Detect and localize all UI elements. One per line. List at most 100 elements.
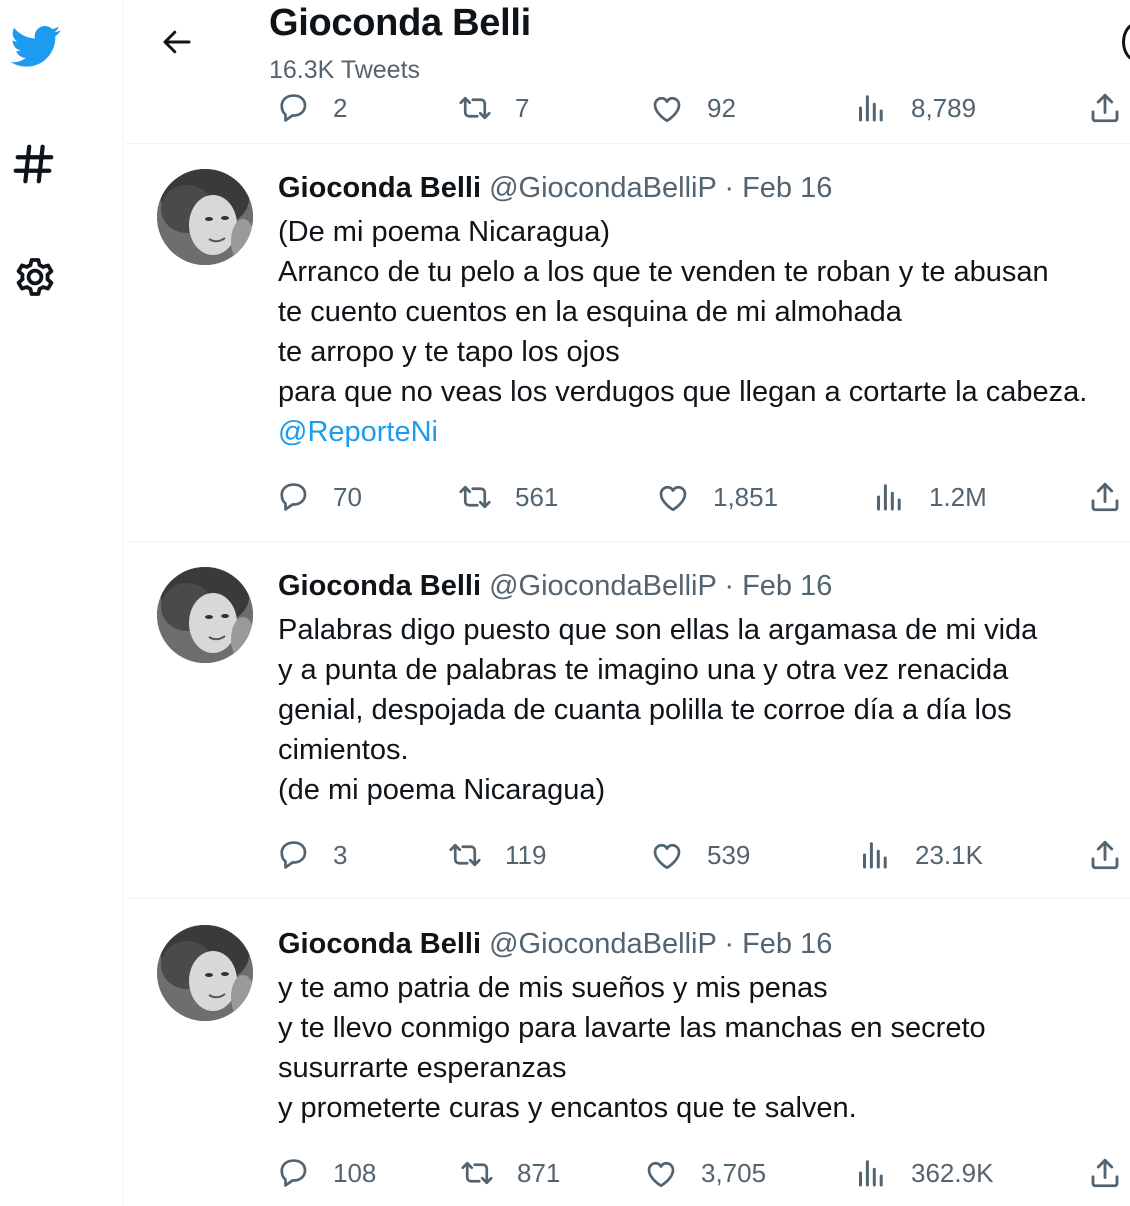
author-handle[interactable]: @GiocondaBelliP	[489, 570, 716, 602]
author-handle[interactable]: @GiocondaBelliP	[489, 928, 716, 960]
page-title: Gioconda Belli	[269, 2, 531, 44]
tweet[interactable]: Gioconda Belli @GiocondaBelliP · Feb 16 …	[125, 543, 1130, 899]
views-button[interactable]: 1.2M	[871, 475, 987, 519]
tweet-line: te arropo y te tapo los ojos	[278, 336, 620, 368]
reply-icon	[280, 841, 307, 869]
share-icon	[1091, 1158, 1119, 1188]
author-name[interactable]: Gioconda Belli	[278, 570, 481, 602]
views-count: 23.1K	[915, 839, 983, 870]
tweet-text: Palabras digo puesto que son ellas la ar…	[278, 610, 1128, 810]
tweet-text: (De mi poema Nicaragua) Arranco de tu pe…	[278, 212, 1128, 452]
like-button[interactable]: 539	[649, 833, 750, 877]
retweet-count: 119	[505, 839, 547, 870]
tweet-date[interactable]: Feb 16	[742, 570, 832, 602]
heart-icon	[659, 485, 687, 512]
back-arrow-icon[interactable]	[155, 20, 199, 64]
reply-button[interactable]: 2	[275, 86, 347, 130]
tweet-line: genial, despojada de cuanta polilla te c…	[278, 694, 1012, 726]
reply-icon	[280, 1159, 307, 1187]
tweet-header: Gioconda Belli @GiocondaBelliP · Feb 16	[278, 927, 832, 962]
separator-dot: ·	[724, 172, 735, 204]
reply-icon	[280, 94, 307, 122]
views-icon	[859, 95, 883, 122]
gear-icon[interactable]	[8, 252, 62, 306]
profile-header: Gioconda Belli 16.3K Tweets	[125, 0, 1130, 92]
retweet-button[interactable]: 7	[457, 86, 529, 130]
like-count: 92	[707, 92, 736, 123]
views-button[interactable]: 362.9K	[853, 1151, 993, 1195]
tweet-actions: 3 119 539 23.1K	[275, 833, 1130, 877]
retweet-icon	[459, 485, 491, 509]
views-count: 8,789	[911, 92, 977, 123]
tweet-date[interactable]: Feb 16	[742, 928, 832, 960]
tweet-actions: 70 561 1,851 1.2M	[275, 475, 1130, 519]
share-button[interactable]	[1087, 833, 1123, 877]
views-icon	[877, 484, 901, 511]
reply-count: 3	[333, 839, 348, 870]
views-icon	[863, 842, 887, 869]
reply-count: 70	[333, 481, 362, 512]
retweet-count: 871	[517, 1157, 561, 1188]
views-button[interactable]: 23.1K	[857, 833, 983, 877]
tweet[interactable]: Gioconda Belli @GiocondaBelliP · Feb 16 …	[125, 901, 1130, 1206]
twitter-bird-icon[interactable]	[6, 18, 66, 74]
heart-icon	[653, 843, 681, 870]
tweet-line: cimientos.	[278, 734, 409, 766]
avatar[interactable]	[157, 567, 253, 663]
like-count: 1,851	[713, 481, 779, 512]
retweet-button[interactable]: 119	[447, 833, 546, 877]
tweet-line: y prometerte curas y encantos que te sal…	[278, 1092, 857, 1124]
retweet-button[interactable]: 871	[459, 1151, 560, 1195]
share-icon	[1091, 482, 1119, 512]
tweet-line: y a punta de palabras te imagino una y o…	[278, 654, 1009, 686]
reply-button[interactable]: 108	[275, 1151, 376, 1195]
share-button[interactable]	[1087, 475, 1123, 519]
tweet-line: (de mi poema Nicaragua)	[278, 774, 606, 806]
like-count: 539	[707, 839, 751, 870]
like-button[interactable]: 3,705	[643, 1151, 766, 1195]
tweet-line: te cuento cuentos en la esquina de mi al…	[278, 296, 902, 328]
reply-button[interactable]: 3	[275, 833, 347, 877]
separator-dot: ·	[724, 928, 735, 960]
avatar[interactable]	[157, 925, 253, 1021]
like-button[interactable]: 92	[649, 86, 736, 130]
tweet-line: Arranco de tu pelo a los que te venden t…	[278, 256, 1049, 288]
hashtag-icon[interactable]	[8, 138, 60, 190]
mention-link[interactable]: @ReporteNi	[278, 412, 1128, 452]
tweet-header: Gioconda Belli @GiocondaBelliP · Feb 16	[278, 171, 832, 206]
tweet-header: Gioconda Belli @GiocondaBelliP · Feb 16	[278, 569, 832, 604]
like-count: 3,705	[701, 1157, 767, 1188]
tweet-text: y te amo patria de mis sueños y mis pena…	[278, 968, 1128, 1128]
reply-count: 108	[333, 1157, 377, 1188]
tweet-line: Palabras digo puesto que son ellas la ar…	[278, 614, 1038, 646]
tweet-line: y te llevo conmigo para lavarte las manc…	[278, 1012, 986, 1044]
views-button[interactable]: 8,789	[853, 86, 976, 130]
share-button[interactable]	[1087, 1151, 1123, 1195]
author-name[interactable]: Gioconda Belli	[278, 928, 481, 960]
tweet-line: y te amo patria de mis sueños y mis pena…	[278, 972, 828, 1004]
retweet-button[interactable]: 561	[457, 475, 558, 519]
retweet-icon	[461, 1161, 493, 1185]
tweet-count: 16.3K Tweets	[269, 56, 421, 84]
like-button[interactable]: 1,851	[655, 475, 778, 519]
tweet[interactable]: Gioconda Belli @GiocondaBelliP · Feb 16 …	[125, 145, 1130, 542]
timeline: 2 7 92 8,789 Gioconda Belli 16.3K Tweets…	[125, 0, 1130, 1206]
retweet-count: 7	[515, 92, 530, 123]
heart-icon	[653, 96, 681, 123]
views-count: 362.9K	[911, 1157, 994, 1188]
share-icon	[1091, 93, 1119, 123]
author-name[interactable]: Gioconda Belli	[278, 172, 481, 204]
author-handle[interactable]: @GiocondaBelliP	[489, 172, 716, 204]
retweet-icon	[449, 843, 481, 867]
share-button[interactable]	[1087, 86, 1123, 130]
search-icon[interactable]	[1122, 22, 1130, 62]
avatar[interactable]	[157, 169, 253, 265]
tweet-line: para que no veas los verdugos que llegan…	[278, 376, 1088, 408]
retweet-icon	[459, 96, 491, 120]
views-icon	[859, 1160, 883, 1187]
share-icon	[1091, 840, 1119, 870]
reply-button[interactable]: 70	[275, 475, 362, 519]
tweet-date[interactable]: Feb 16	[742, 172, 832, 204]
sidebar	[0, 0, 124, 1206]
views-count: 1.2M	[929, 481, 987, 512]
